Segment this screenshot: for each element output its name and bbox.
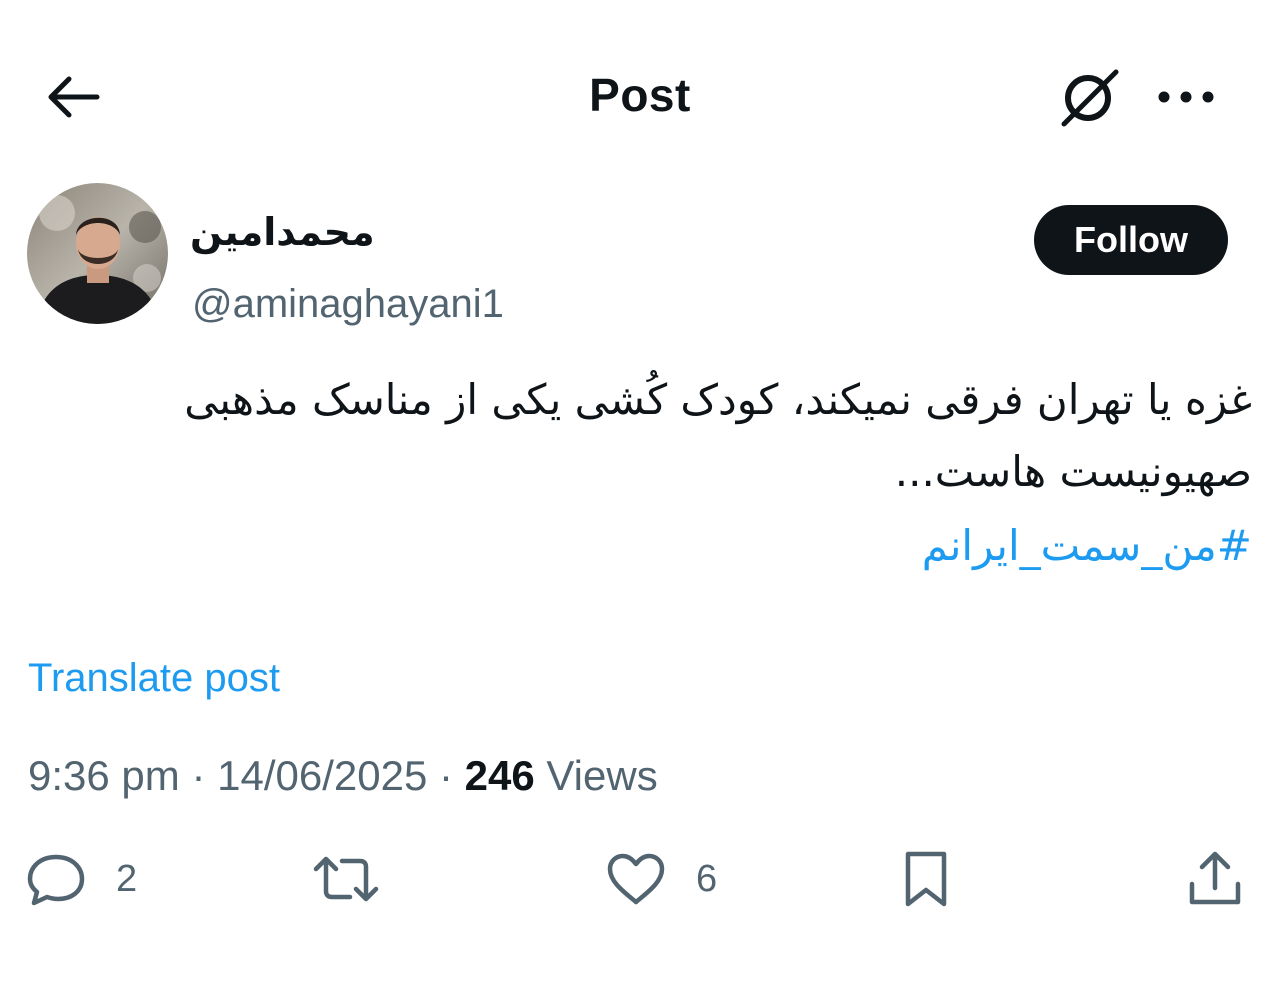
meta-separator: ·: [191, 752, 206, 799]
hashtag-link[interactable]: #من_سمت_ایرانم: [28, 510, 1252, 582]
repost-icon: [313, 856, 379, 902]
heart-icon: [607, 853, 665, 905]
post-date[interactable]: 14/06/2025: [217, 752, 427, 799]
post-text-line: صهیونیست هاست...: [894, 447, 1252, 496]
views-count: 246: [464, 752, 535, 799]
grok-icon: [1061, 69, 1119, 127]
translate-post-link[interactable]: Translate post: [28, 656, 280, 701]
follow-button[interactable]: Follow: [1034, 205, 1228, 275]
bookmark-button[interactable]: [896, 846, 956, 912]
like-button[interactable]: 6: [606, 846, 717, 912]
post-time[interactable]: 9:36 pm: [28, 752, 180, 799]
post-text-line: غزه یا تهران فرقی نمیکند، کودک کُشی یکی …: [184, 375, 1252, 424]
bookmark-icon: [905, 851, 947, 907]
reply-button[interactable]: 2: [26, 846, 137, 912]
post-meta: 9:36 pm · 14/06/2025 · 246 Views: [28, 752, 658, 800]
author-handle[interactable]: @aminaghayani1: [192, 282, 504, 327]
author-display-name[interactable]: محمدامین: [190, 210, 375, 254]
more-options-button[interactable]: [1150, 70, 1222, 124]
reply-count: 2: [116, 857, 138, 900]
avatar-image: [27, 183, 168, 324]
reply-icon: [27, 854, 85, 906]
avatar[interactable]: [27, 183, 168, 324]
grok-button[interactable]: [1052, 62, 1126, 132]
share-button[interactable]: [1184, 846, 1246, 912]
meta-separator: ·: [439, 752, 453, 799]
like-count: 6: [696, 857, 718, 900]
more-horizontal-icon: [1158, 91, 1214, 103]
post-text: غزه یا تهران فرقی نمیکند، کودک کُشی یکی …: [28, 364, 1252, 508]
share-icon: [1189, 851, 1241, 905]
repost-button[interactable]: [312, 846, 410, 912]
views-label: Views: [546, 752, 658, 799]
